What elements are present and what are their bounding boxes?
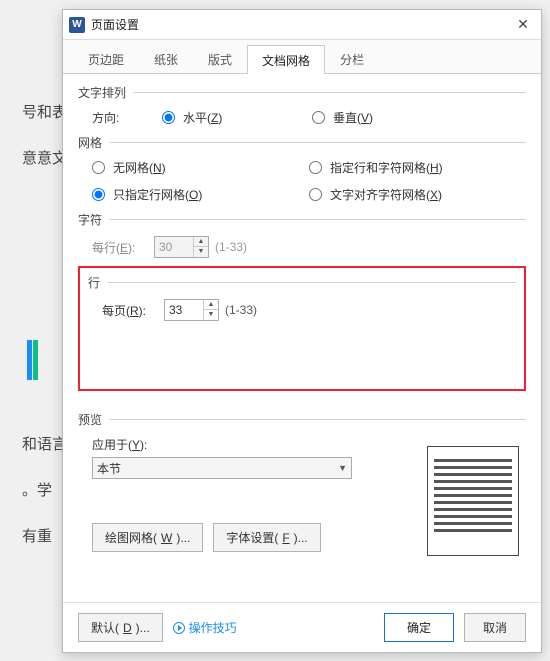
bg-decoration [27,340,39,383]
word-icon: W [69,17,85,33]
tab-paper[interactable]: 纸张 [139,44,193,73]
direction-row: 方向: 水平(Z) 垂直(V) [78,109,526,126]
dialog-title: 页面设置 [91,16,511,33]
lines-per-page-row: 每页(R): ▲▼ (1-33) [88,299,516,321]
grid-options: 无网格(N) 只指定行网格(O) 指定行和字符网格(H) 文字对齐字符网格(X) [78,159,526,203]
lines-per-page-spinner[interactable]: ▲▼ [164,299,219,321]
tab-columns[interactable]: 分栏 [325,44,379,73]
radio-vertical-label: 垂直(V) [333,109,373,126]
draw-grid-button[interactable]: 绘图网格(W)... [92,523,203,552]
group-chars: 字符 [78,211,526,228]
bg-text: 。学 [0,472,60,510]
radio-row-only-input[interactable] [92,188,105,201]
radio-vertical-input[interactable] [312,111,325,124]
dialog-footer: 默认(D)... 操作技巧 确定 取消 [63,602,541,652]
radio-row-only[interactable]: 只指定行网格(O) [92,186,309,203]
bg-text: 有重 [0,518,60,556]
group-label: 字符 [78,211,106,228]
radio-horizontal[interactable]: 水平(Z) [162,109,312,126]
tab-bar: 页边距 纸张 版式 文档网格 分栏 [63,40,541,74]
radio-row-char-label: 指定行和字符网格(H) [330,159,443,176]
radio-no-grid-label: 无网格(N) [113,159,166,176]
chars-per-line-input [155,237,193,257]
chars-per-line-range: (1-33) [215,240,247,254]
page-setup-dialog: W 页面设置 ✕ 页边距 纸张 版式 文档网格 分栏 文字排列 方向: 水平(Z… [62,9,542,653]
spin-down-icon: ▼ [194,247,208,257]
group-label: 文字排列 [78,84,130,101]
spin-down-icon[interactable]: ▼ [204,310,218,320]
radio-horizontal-label: 水平(Z) [183,109,222,126]
ok-button[interactable]: 确定 [384,613,454,642]
apply-to-select[interactable]: 本节 ▼ [92,457,352,479]
chars-per-line-row: 每行(E): ▲▼ (1-33) [78,236,526,258]
lines-per-page-input[interactable] [165,300,203,320]
radio-char-align-label: 文字对齐字符网格(X) [330,186,442,203]
radio-horizontal-input[interactable] [162,111,175,124]
group-label: 行 [88,274,104,291]
cancel-button[interactable]: 取消 [464,613,526,642]
bg-text: 号和表 [0,94,60,132]
tips-label: 操作技巧 [189,619,237,636]
spin-up-icon[interactable]: ▲ [204,300,218,310]
radio-vertical[interactable]: 垂直(V) [312,109,373,126]
highlight-lines-section: 行 每页(R): ▲▼ (1-33) [78,266,526,391]
spinner-buttons: ▲▼ [193,237,208,257]
chars-per-line-spinner: ▲▼ [154,236,209,258]
tips-link[interactable]: 操作技巧 [173,619,237,636]
group-label: 预览 [78,411,106,428]
defaults-button[interactable]: 默认(D)... [78,613,163,642]
radio-row-char-input[interactable] [309,161,322,174]
page-preview [427,446,519,556]
group-grid: 网格 [78,134,526,151]
chars-per-line-label: 每行(E): [92,239,148,256]
play-icon [173,622,185,634]
direction-label: 方向: [92,109,162,126]
close-button[interactable]: ✕ [511,16,535,33]
lines-per-page-label: 每页(R): [102,302,158,319]
group-lines: 行 [88,274,516,291]
radio-no-grid-input[interactable] [92,161,105,174]
spinner-buttons[interactable]: ▲▼ [203,300,218,320]
group-text-arrange: 文字排列 [78,84,526,101]
tab-layout[interactable]: 版式 [193,44,247,73]
group-preview: 预览 [78,411,526,428]
radio-row-only-label: 只指定行网格(O) [113,186,202,203]
group-label: 网格 [78,134,106,151]
tab-margins[interactable]: 页边距 [73,44,139,73]
spin-up-icon: ▲ [194,237,208,247]
lines-per-page-range: (1-33) [225,303,257,317]
chevron-down-icon: ▼ [338,463,347,473]
bg-text: 意意文 [0,140,60,178]
radio-char-align-input[interactable] [309,188,322,201]
tab-document-grid[interactable]: 文档网格 [247,45,325,74]
dialog-body: 文字排列 方向: 水平(Z) 垂直(V) 网格 无网格(N) [63,74,541,602]
radio-char-align[interactable]: 文字对齐字符网格(X) [309,186,526,203]
font-settings-button[interactable]: 字体设置(F)... [213,523,320,552]
titlebar: W 页面设置 ✕ [63,10,541,40]
apply-to-value: 本节 [97,460,121,477]
radio-no-grid[interactable]: 无网格(N) [92,159,309,176]
bg-text: 和语言 [0,426,60,464]
radio-row-char[interactable]: 指定行和字符网格(H) [309,159,526,176]
